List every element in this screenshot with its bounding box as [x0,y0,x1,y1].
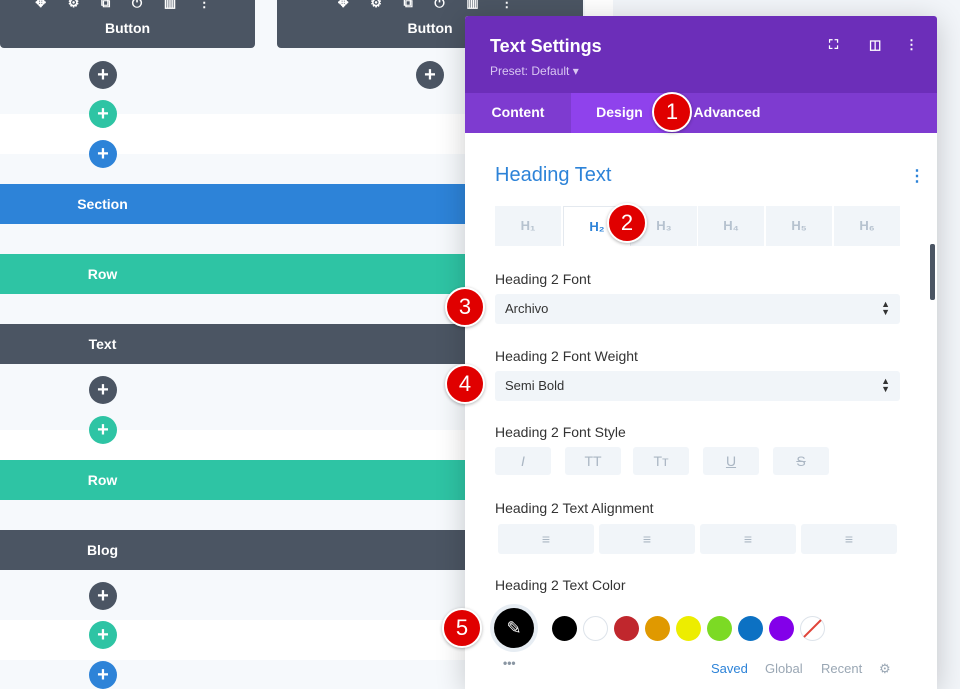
select-arrow-icon: ▲ ▼ [881,376,890,394]
align-justify-button[interactable]: ≡ [801,524,897,554]
row-bar[interactable]: Row [0,254,470,294]
expand-icon[interactable]: ⛶ [829,37,838,53]
callout-badge-5: 5 [442,608,482,648]
font-style-label: Heading 2 Font Style [495,424,626,440]
tab-h5[interactable]: H₅ [766,206,832,246]
swatch-orange[interactable] [645,616,670,641]
module-toolbar-icons[interactable]: ✥ ⚙ ⧉ ⏻ ▥ ⋮ [277,0,583,11]
strikethrough-button[interactable]: S [773,447,829,475]
text-label: Text [88,336,117,352]
add-module-button[interactable]: + [89,61,117,89]
text-alignment-label: Heading 2 Text Alignment [495,500,654,516]
swatch-blue[interactable] [738,616,763,641]
section-title[interactable]: Heading Text [495,164,611,187]
section-bar[interactable]: Section [0,184,470,224]
recent-colors-link[interactable]: Recent [821,661,862,676]
tab-content[interactable]: Content [465,93,571,133]
global-colors-link[interactable]: Global [765,661,803,676]
row-label: Row [87,472,118,488]
more-options-icon[interactable]: ⋮ [905,37,918,53]
text-color-label: Heading 2 Text Color [495,577,626,593]
add-module-button[interactable]: + [89,582,117,610]
font-weight-select[interactable]: Semi Bold ▲ ▼ [495,371,900,401]
gear-icon[interactable]: ⚙ [879,661,891,677]
more-swatches-icon[interactable]: ••• [503,656,516,670]
font-label: Heading 2 Font [495,271,591,287]
row-background [0,114,470,154]
button-module-card-1[interactable]: ✥ ⚙ ⧉ ⏻ ▥ ⋮ Button [0,0,255,48]
underline-button[interactable]: U [703,447,759,475]
select-arrow-icon: ▲ ▼ [881,299,890,317]
callout-badge-2: 2 [607,203,647,243]
text-settings-modal: Text Settings Preset: Default ▾ ⛶ ◫ ⋮ Co… [465,16,937,689]
row-background [0,620,470,660]
align-right-button[interactable]: ≡ [700,524,796,554]
tab-h6[interactable]: H₆ [834,206,900,246]
modal-tabs: Content Design Advanced [465,93,937,133]
callout-badge-4: 4 [445,364,485,404]
modal-title: Text Settings [490,36,602,56]
text-module-bar[interactable]: Text [0,324,470,364]
add-section-button[interactable]: + [89,661,117,689]
blog-label: Blog [86,542,119,558]
font-weight-label: Heading 2 Font Weight [495,348,638,364]
uppercase-button[interactable]: TT [565,447,621,475]
italic-button[interactable]: I [495,447,551,475]
blog-module-bar[interactable]: Blog [0,530,470,570]
add-row-button[interactable]: + [89,621,117,649]
section-label: Section [77,196,128,212]
row-bar[interactable]: Row [0,460,470,500]
add-module-button[interactable]: + [416,61,444,89]
scrollbar-thumb[interactable] [930,244,935,300]
add-module-button[interactable]: + [89,376,117,404]
row-label: Row [87,266,118,282]
add-row-button[interactable]: + [89,100,117,128]
module-toolbar-icons[interactable]: ✥ ⚙ ⧉ ⏻ ▥ ⋮ [0,0,255,11]
align-left-button[interactable]: ≡ [498,524,594,554]
font-select[interactable]: Archivo ▲ ▼ [495,294,900,324]
modal-header: Text Settings Preset: Default ▾ ⛶ ◫ ⋮ [465,16,937,93]
tab-h4[interactable]: H₄ [698,206,764,246]
font-value: Archivo [505,301,549,316]
saved-colors-link[interactable]: Saved [711,661,748,676]
tab-h1[interactable]: H₁ [495,206,561,246]
no-color-slash [803,619,822,638]
split-view-icon[interactable]: ◫ [869,37,881,53]
add-row-button[interactable]: + [89,416,117,444]
add-section-button[interactable]: + [89,140,117,168]
section-menu-icon[interactable]: ⋮ [909,166,925,186]
swatch-red[interactable] [614,616,639,641]
swatch-purple[interactable] [769,616,794,641]
module-label: Button [104,20,151,36]
swatch-white[interactable] [583,616,608,641]
callout-badge-3: 3 [445,287,485,327]
color-picker-eyedropper-icon[interactable]: ✎ [494,608,534,648]
row-background [0,430,470,460]
swatch-green[interactable] [707,616,732,641]
align-center-button[interactable]: ≡ [599,524,695,554]
preset-selector[interactable]: Preset: Default ▾ [490,64,579,78]
swatch-none-icon[interactable] [800,616,825,641]
callout-badge-1: 1 [652,92,692,132]
capitalize-button[interactable]: Tᴛ [633,447,689,475]
swatch-yellow[interactable] [676,616,701,641]
swatch-black[interactable] [552,616,577,641]
font-weight-value: Semi Bold [505,378,565,393]
